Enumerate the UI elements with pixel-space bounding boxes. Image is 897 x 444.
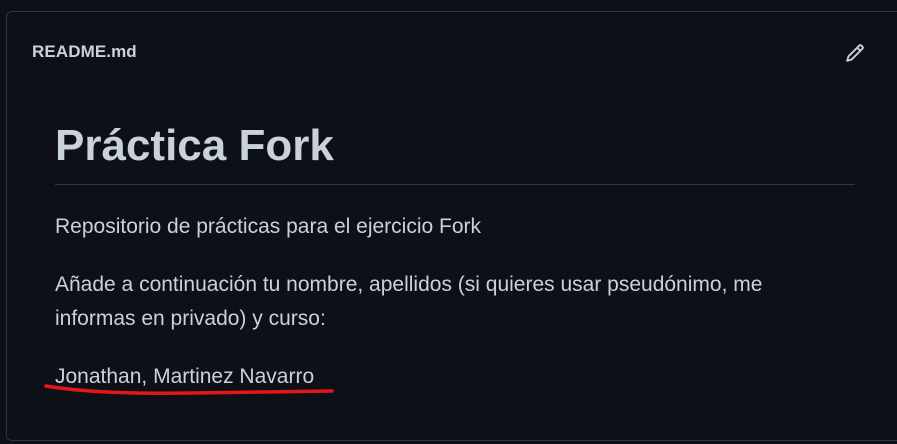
readme-header: README.md (7, 12, 897, 90)
pencil-icon (846, 44, 864, 62)
readme-paragraph: Añade a continuación tu nombre, apellido… (55, 273, 763, 330)
heading-divider (55, 184, 855, 185)
readme-container: README.md Práctica Fork Repositorio de p… (6, 11, 897, 441)
file-name: README.md (32, 42, 137, 61)
readme-paragraph: Repositorio de prácticas para el ejercic… (55, 215, 482, 238)
edit-file-button[interactable] (843, 41, 867, 65)
red-underline-annotation (44, 384, 334, 395)
readme-title: Práctica Fork (55, 121, 334, 170)
